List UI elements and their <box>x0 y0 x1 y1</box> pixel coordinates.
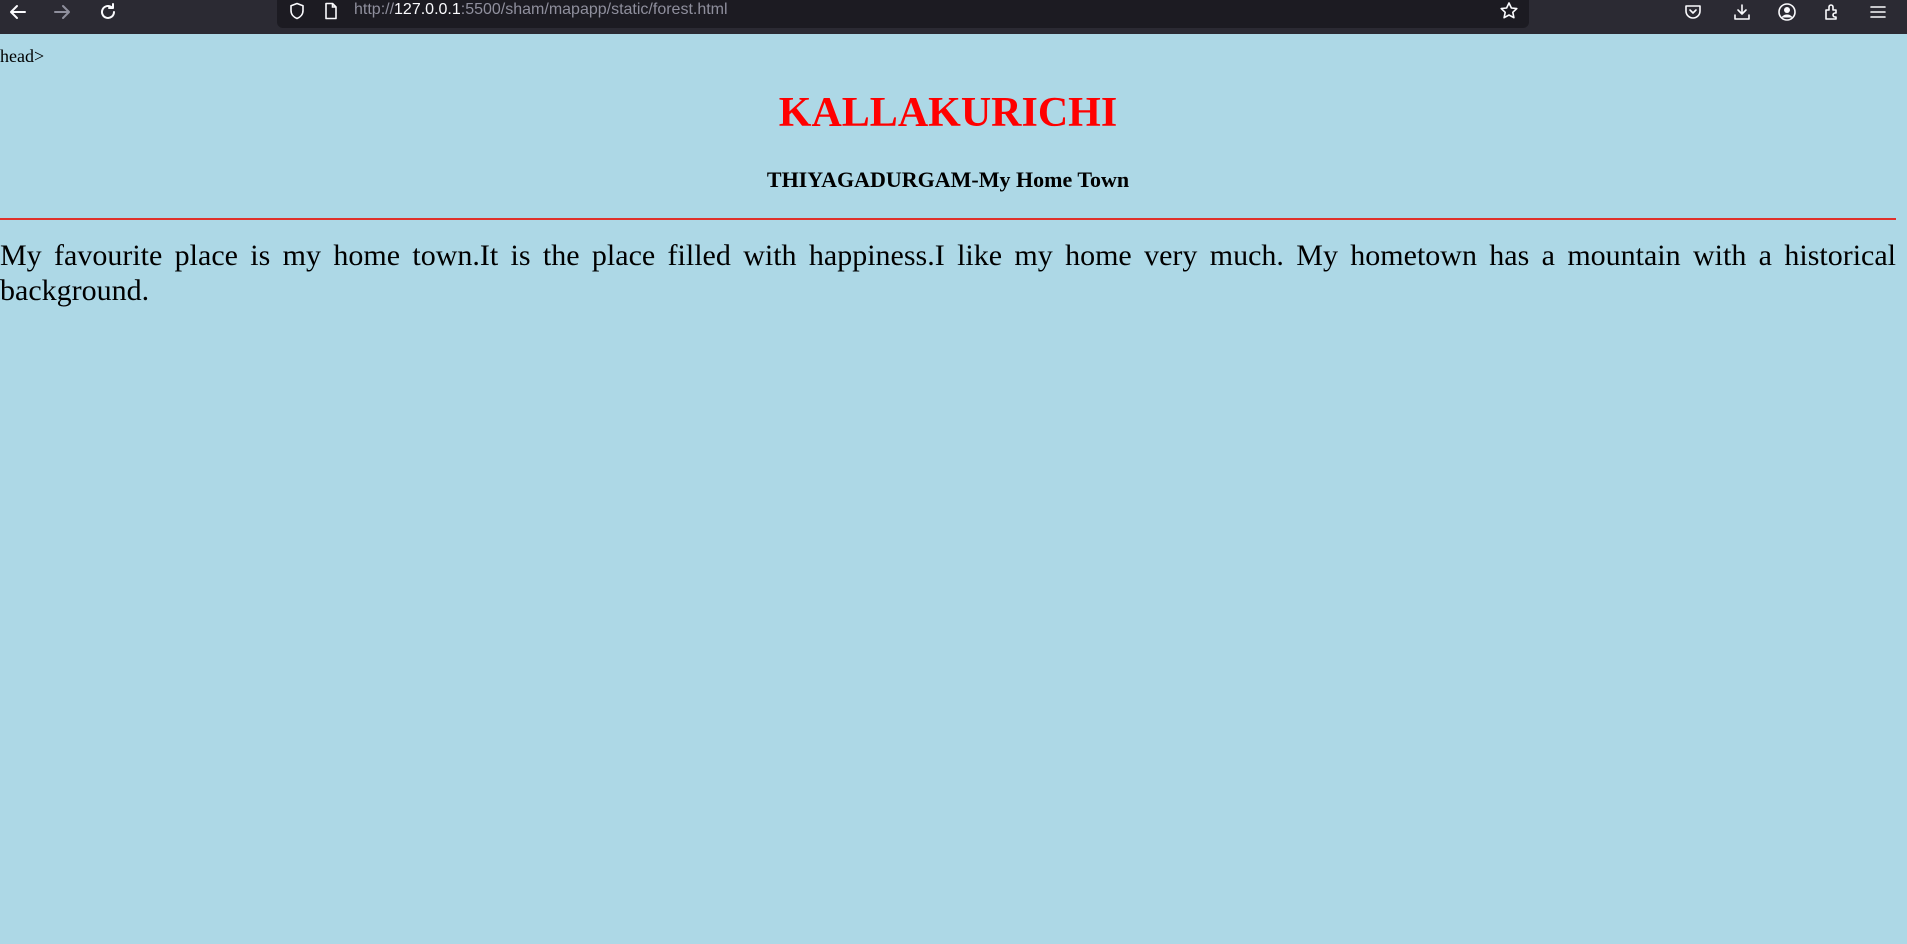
stray-markup-text: head> <box>0 46 45 66</box>
horizontal-rule <box>0 218 1896 220</box>
account-button[interactable] <box>1771 0 1803 24</box>
pocket-icon <box>1685 5 1701 19</box>
extensions-icon <box>1825 4 1837 20</box>
url-text[interactable]: http://127.0.0.1:5500/sham/mapapp/static… <box>354 1 728 19</box>
url-host: 127.0.0.1 <box>394 1 461 18</box>
back-icon <box>10 5 26 19</box>
menu-icon <box>1870 6 1886 18</box>
address-bar[interactable]: http://127.0.0.1:5500/sham/mapapp/static… <box>277 0 1529 28</box>
downloads-button[interactable] <box>1726 0 1758 24</box>
extensions-button[interactable] <box>1816 0 1848 24</box>
shield-icon[interactable] <box>285 0 309 22</box>
bookmark-star-icon[interactable] <box>1497 0 1521 22</box>
account-icon <box>1778 3 1796 21</box>
download-icon <box>1734 4 1750 20</box>
page-subtitle: THIYAGADURGAM-My Home Town <box>766 167 1130 192</box>
forward-button[interactable] <box>46 0 78 24</box>
reload-button[interactable] <box>92 0 124 24</box>
page-title: KALLAKURICHI <box>778 90 1118 136</box>
pocket-button[interactable] <box>1677 0 1709 24</box>
page-content: head> KALLAKURICHI THIYAGADURGAM-My Home… <box>0 34 1907 944</box>
url-prefix: http:// <box>354 1 395 18</box>
forward-icon <box>54 5 70 19</box>
reload-icon <box>101 3 115 19</box>
body-paragraph: My favourite place is my home town.It is… <box>0 239 1896 307</box>
browser-toolbar: http://127.0.0.1:5500/sham/mapapp/static… <box>0 0 1907 34</box>
menu-button[interactable] <box>1862 0 1894 24</box>
back-button[interactable] <box>2 0 34 24</box>
url-path: :5500/sham/mapapp/static/forest.html <box>460 1 728 18</box>
page-icon[interactable] <box>319 0 343 22</box>
